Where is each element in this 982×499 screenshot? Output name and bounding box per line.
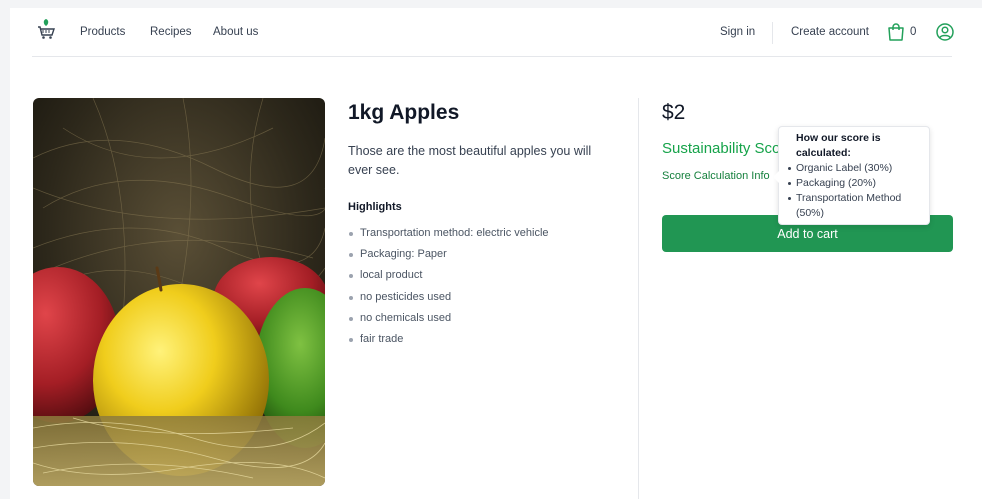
tooltip-title: How our score is calculated:: [796, 132, 881, 159]
product-image: [33, 98, 325, 486]
tooltip-item: Organic Label (30%): [787, 161, 921, 176]
tooltip-item: Packaging (20%): [787, 176, 921, 191]
shopping-cart-leaf-icon[interactable]: [36, 18, 56, 40]
nav-products[interactable]: Products: [80, 26, 125, 38]
create-account-link[interactable]: Create account: [791, 26, 869, 38]
cart-count: 0: [910, 26, 917, 38]
column-divider: [638, 98, 639, 499]
tooltip-item: Transportation Method (50%): [787, 191, 921, 221]
highlight-item: local product: [348, 265, 549, 286]
product-price: $2: [662, 101, 686, 124]
highlight-item: no pesticides used: [348, 287, 549, 308]
highlight-item: no chemicals used: [348, 308, 549, 329]
highlight-item: Transportation method: electric vehicle: [348, 223, 549, 244]
nav-about-us[interactable]: About us: [213, 26, 258, 38]
tooltip-list: Organic Label (30%) Packaging (20%) Tran…: [787, 161, 921, 221]
shopping-bag-icon[interactable]: [887, 22, 905, 42]
nav-recipes[interactable]: Recipes: [150, 26, 192, 38]
sustainability-score-label: Sustainability Score: [662, 140, 794, 157]
header-divider: [772, 22, 773, 44]
product-title: 1kg Apples: [348, 101, 460, 124]
sign-in-link[interactable]: Sign in: [720, 26, 755, 38]
highlight-item: Packaging: Paper: [348, 244, 549, 265]
highlight-item: fair trade: [348, 329, 549, 350]
highlights-list: Transportation method: electric vehicle …: [348, 223, 549, 350]
user-circle-icon[interactable]: [935, 22, 955, 42]
product-page: Products Recipes About us Sign in Create…: [10, 8, 982, 499]
score-calculation-info-link[interactable]: Score Calculation Info: [662, 170, 770, 182]
top-navigation: Products Recipes About us Sign in Create…: [32, 8, 955, 57]
highlights-heading: Highlights: [348, 201, 402, 213]
tooltip-caret: [773, 171, 779, 183]
product-description: Those are the most beautiful apples you …: [348, 144, 592, 177]
score-tooltip: How our score is calculated: Organic Lab…: [773, 126, 930, 225]
